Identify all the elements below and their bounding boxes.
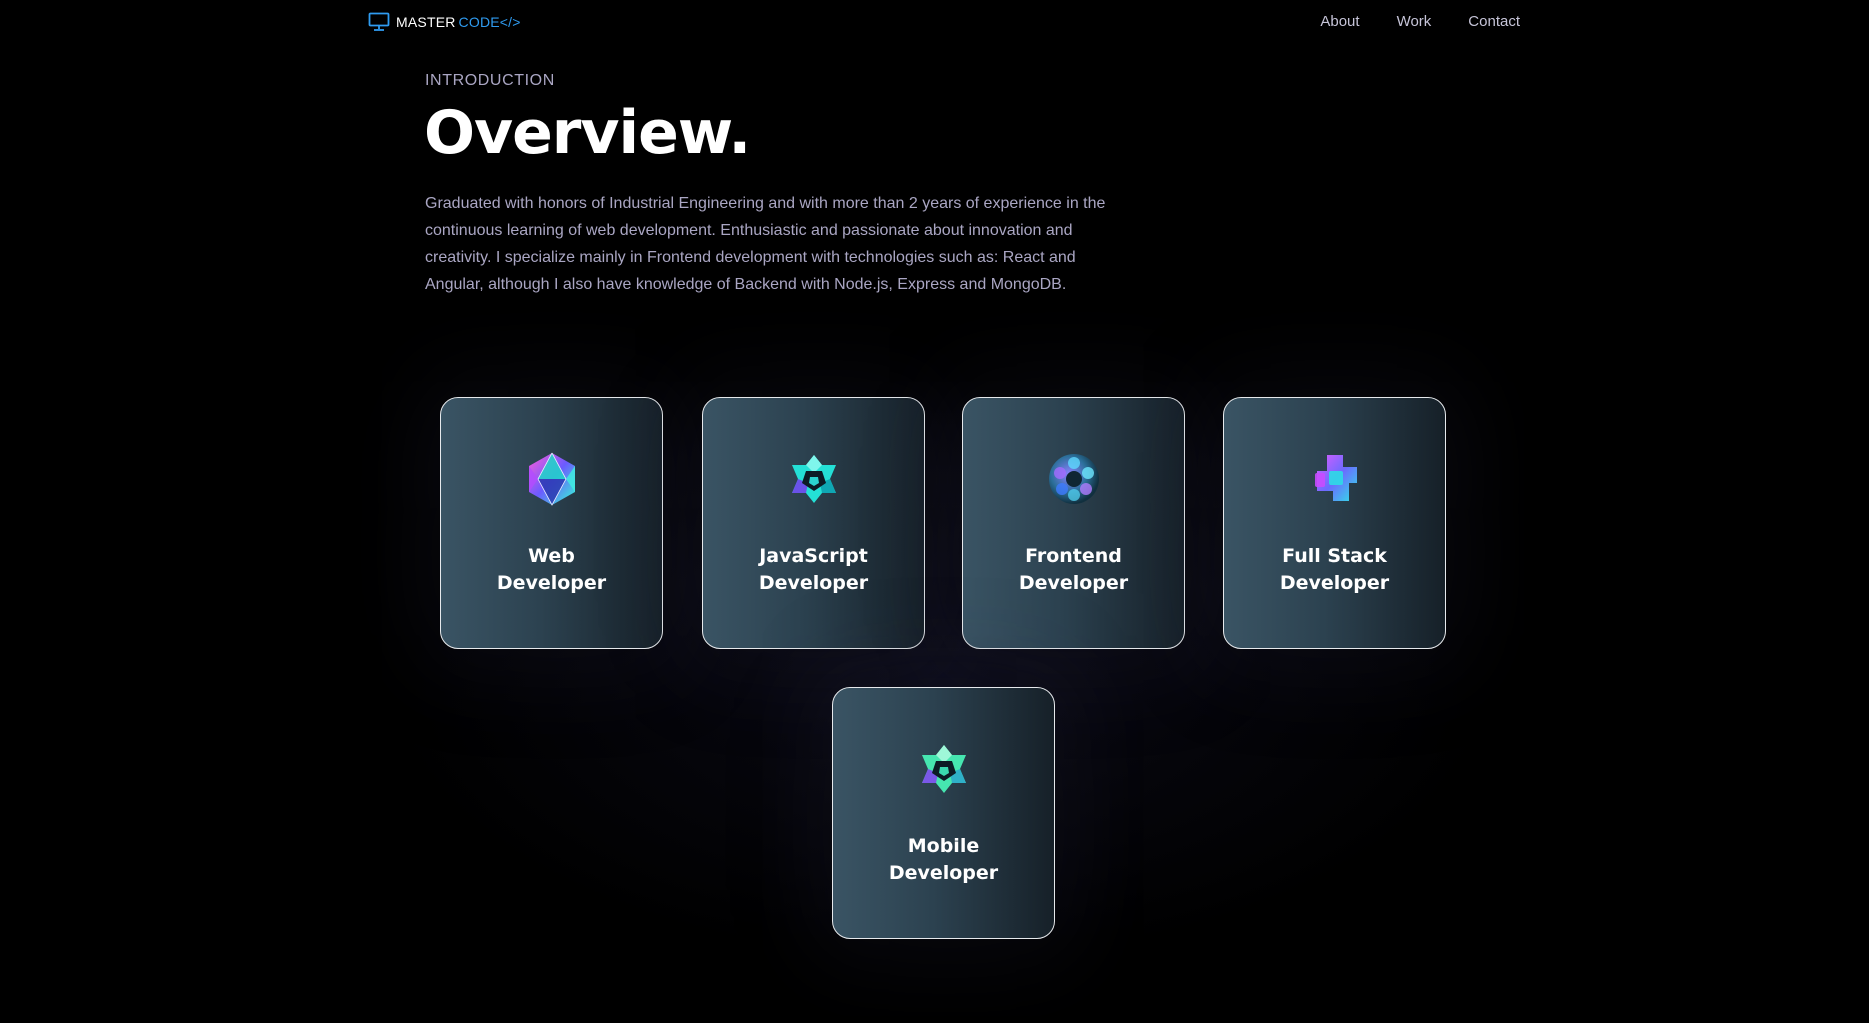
sphere-icon xyxy=(1048,454,1099,504)
service-title-line1: Mobile xyxy=(907,835,980,857)
logo-master-text: MASTER xyxy=(396,14,456,30)
service-card-javascript[interactable]: JavaScript Developer xyxy=(702,397,925,649)
icosahedron-icon xyxy=(528,452,575,506)
logo-code-text: CODE</> xyxy=(458,14,521,30)
service-title-line2: Developer xyxy=(496,572,607,594)
cross-blob-icon xyxy=(1314,455,1357,501)
nav-link-about[interactable]: About xyxy=(1320,13,1359,30)
navbar: MASTER CODE</> About Work Contact xyxy=(0,0,1869,46)
service-card-title: Mobile Developer xyxy=(864,833,1024,887)
service-card-title: JavaScript Developer xyxy=(734,543,894,597)
portfolio-page: MASTER CODE</> About Work Contact INTRODU… xyxy=(0,0,1869,1023)
service-title-line2: Developer xyxy=(758,572,869,594)
service-card-mobile[interactable]: Mobile Developer xyxy=(832,687,1055,939)
service-card-frontend[interactable]: Frontend Developer xyxy=(962,397,1185,649)
star-cube-icon xyxy=(921,745,966,793)
nav-links: About Work Contact xyxy=(1320,13,1520,30)
service-title-line1: JavaScript xyxy=(759,545,868,567)
section-subtitle: INTRODUCTION xyxy=(425,72,555,89)
service-card-fullstack[interactable]: Full Stack Developer xyxy=(1223,397,1446,649)
star-cube-icon xyxy=(791,455,836,503)
service-title-line1: Frontend xyxy=(1025,545,1122,567)
intro-paragraph: Graduated with honors of Industrial Engi… xyxy=(425,195,1106,293)
service-card-title: Web Developer xyxy=(472,543,632,597)
service-title-line1: Web xyxy=(528,545,575,567)
section-title: Overview. xyxy=(424,98,751,168)
service-card-title: Full Stack Developer xyxy=(1255,543,1415,597)
service-card-title: Frontend Developer xyxy=(994,543,1154,597)
monitor-icon xyxy=(368,12,390,31)
service-title-line2: Developer xyxy=(1018,572,1129,594)
service-title-line1: Full Stack xyxy=(1282,545,1387,567)
nav-link-contact[interactable]: Contact xyxy=(1468,13,1520,30)
service-card-web[interactable]: Web Developer xyxy=(440,397,663,649)
service-title-line2: Developer xyxy=(888,862,999,884)
nav-link-work[interactable]: Work xyxy=(1397,13,1432,30)
service-title-line2: Developer xyxy=(1279,572,1390,594)
logo[interactable]: MASTER CODE</> xyxy=(368,12,521,32)
